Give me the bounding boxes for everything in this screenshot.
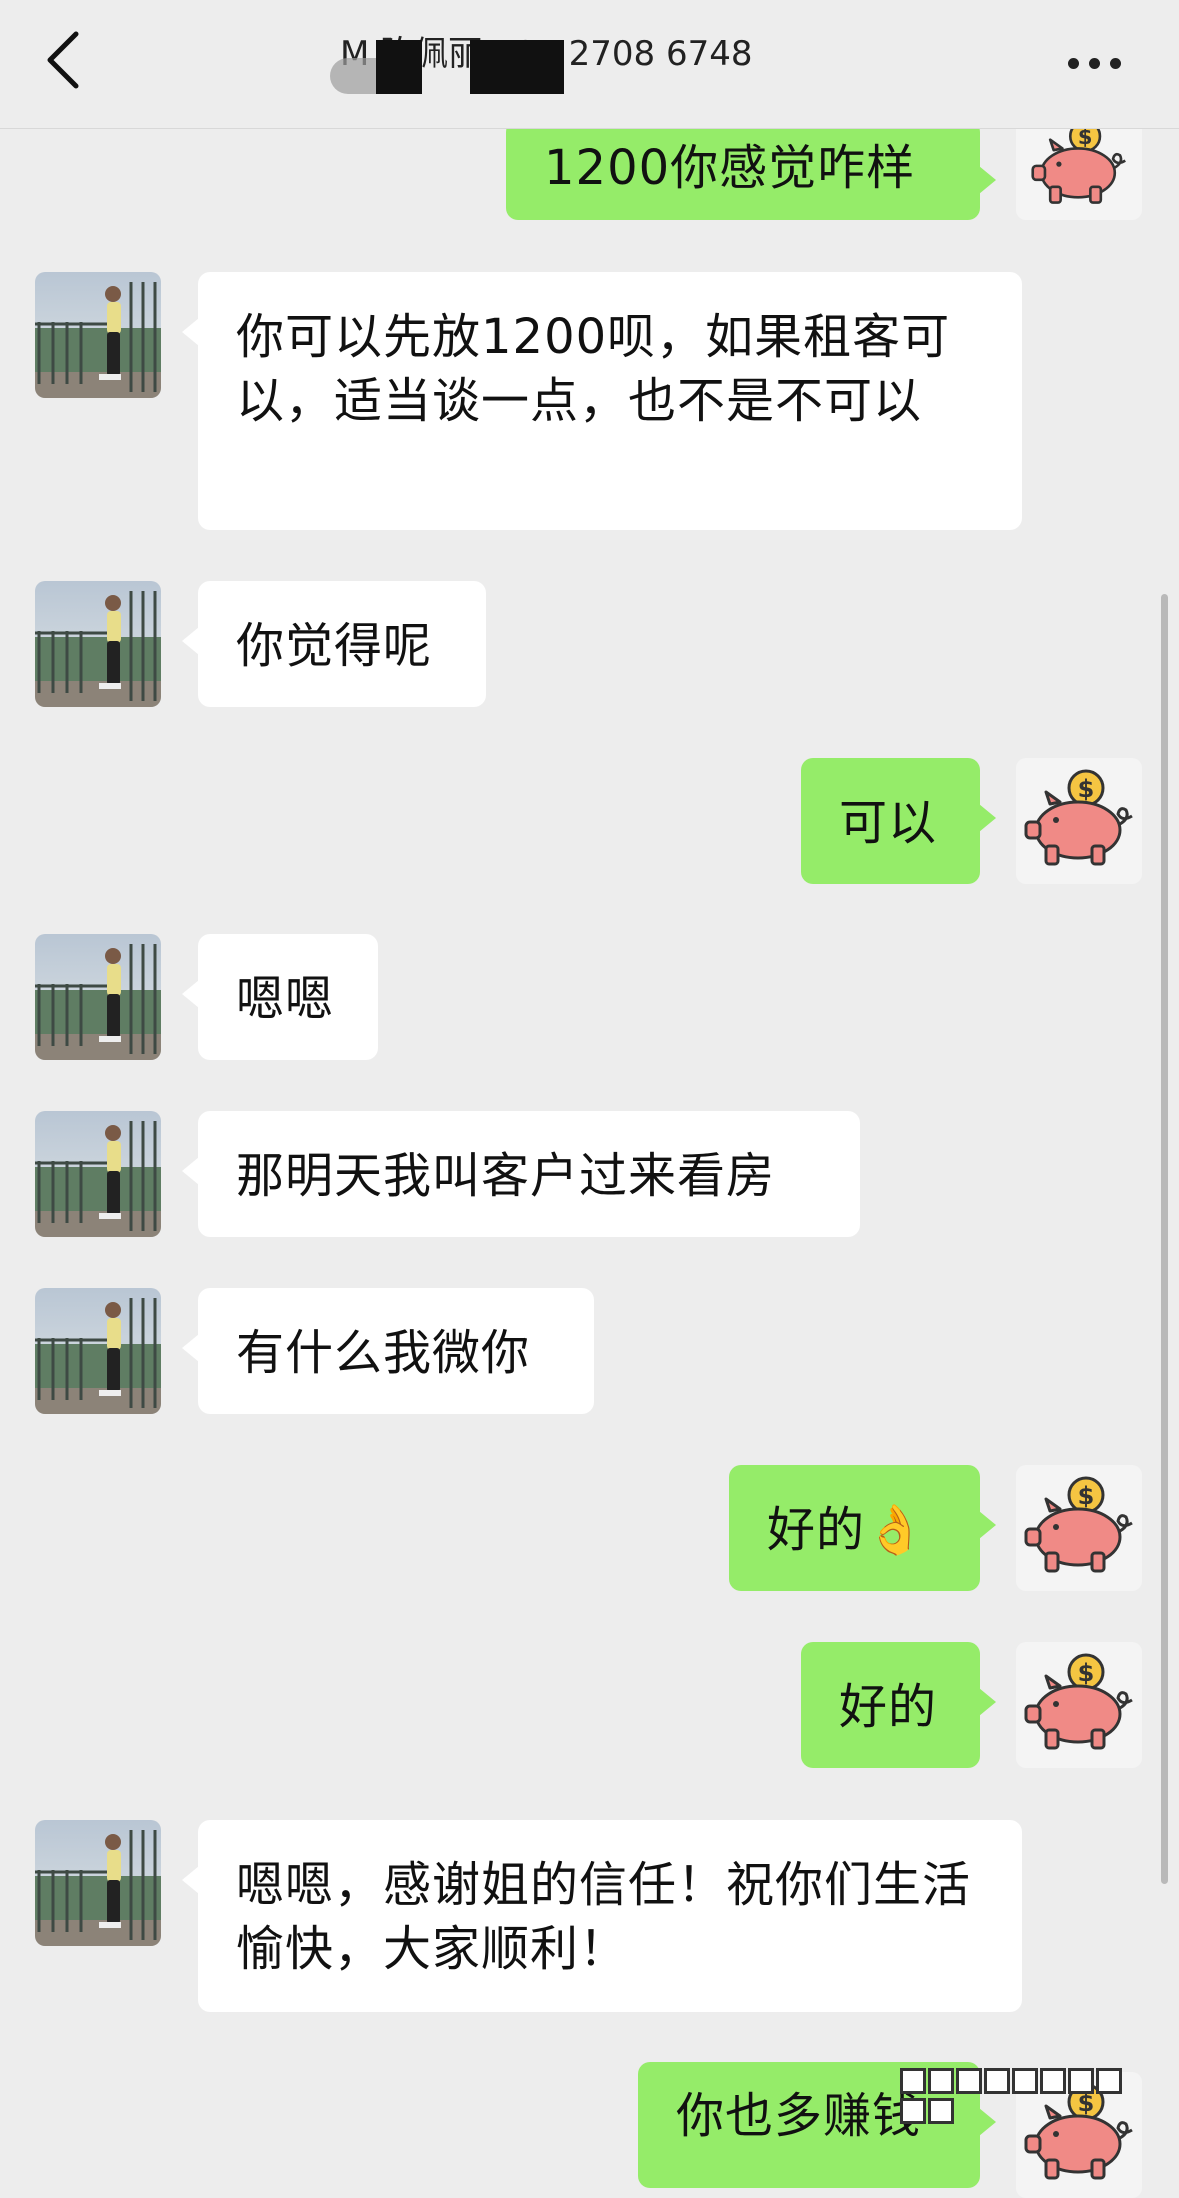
contact-photo-icon — [35, 1288, 161, 1414]
message-text: 你也多赚钱 — [676, 2088, 922, 2144]
contact-photo-icon — [35, 934, 161, 1060]
chat-header: M 陈佩丽 187 2708 6748 — [0, 0, 1179, 129]
contact-avatar[interactable] — [35, 1111, 161, 1237]
contact-avatar[interactable] — [35, 934, 161, 1060]
back-button[interactable] — [40, 28, 90, 92]
message-bubble[interactable]: 1200你感觉咋样 — [506, 120, 996, 220]
message-text: 你觉得呢 — [236, 618, 433, 674]
chevron-left-icon — [47, 31, 79, 89]
scrollbar[interactable] — [1161, 594, 1168, 1884]
message-text: 那明天我叫客户过来看房 — [236, 1148, 776, 1204]
self-avatar[interactable]: $ — [1016, 1642, 1142, 1768]
more-dots-icon — [1068, 58, 1079, 69]
piggy-bank-icon: $ — [1024, 1476, 1133, 1573]
contact-photo-icon — [35, 1820, 161, 1946]
contact-photo-icon — [35, 581, 161, 707]
message-text: 好的 — [839, 1679, 938, 1735]
message-text: 有什么我微你 — [236, 1325, 531, 1381]
message-bubble[interactable]: 好的👌 — [729, 1465, 996, 1591]
message-text: 好的👌 — [767, 1502, 926, 1558]
svg-text:$: $ — [1078, 1659, 1095, 1687]
message-bubble[interactable]: 好的 — [801, 1642, 996, 1768]
piggy-bank-icon: $ — [1024, 1653, 1133, 1750]
self-avatar[interactable]: $ — [1016, 758, 1142, 884]
contact-avatar[interactable] — [35, 1288, 161, 1414]
contact-avatar[interactable] — [35, 272, 161, 398]
redaction-box — [376, 40, 422, 94]
watermark — [900, 2068, 1145, 2124]
message-text: 你可以先放1200呗，如果租客可以，适当谈一点，也不是不可以 — [236, 309, 951, 429]
message-bubble[interactable]: 可以 — [801, 758, 996, 884]
piggy-bank-icon: $ — [1024, 769, 1133, 866]
message-text: 可以 — [839, 795, 938, 851]
message-bubble[interactable]: 嗯嗯 — [182, 934, 378, 1060]
message-bubble[interactable]: 有什么我微你 — [182, 1288, 594, 1414]
message-text: 1200你感觉咋样 — [544, 140, 916, 196]
message-bubble[interactable]: 嗯嗯，感谢姐的信任！祝你们生活愉快，大家顺利！ — [182, 1820, 1022, 2012]
contact-avatar[interactable] — [35, 1820, 161, 1946]
self-avatar[interactable]: $ — [1016, 1465, 1142, 1591]
svg-text:$: $ — [1078, 775, 1095, 803]
message-bubble[interactable]: 你觉得呢 — [182, 581, 486, 707]
message-bubble[interactable]: 你可以先放1200呗，如果租客可以，适当谈一点，也不是不可以 — [182, 272, 1022, 530]
chat-message-list[interactable]: 1200你感觉咋样 $ 你可以先放1200呗，如果租客可以，适当谈一点，也不是不… — [0, 0, 1179, 2198]
redaction-box — [470, 40, 564, 94]
contact-photo-icon — [35, 272, 161, 398]
contact-photo-icon — [35, 1111, 161, 1237]
contact-avatar[interactable] — [35, 581, 161, 707]
message-text: 嗯嗯 — [236, 971, 335, 1027]
message-text: 嗯嗯，感谢姐的信任！祝你们生活愉快，大家顺利！ — [236, 1857, 972, 1977]
message-bubble[interactable]: 那明天我叫客户过来看房 — [182, 1111, 860, 1237]
more-button[interactable] — [1060, 44, 1130, 78]
svg-text:$: $ — [1078, 1482, 1095, 1510]
